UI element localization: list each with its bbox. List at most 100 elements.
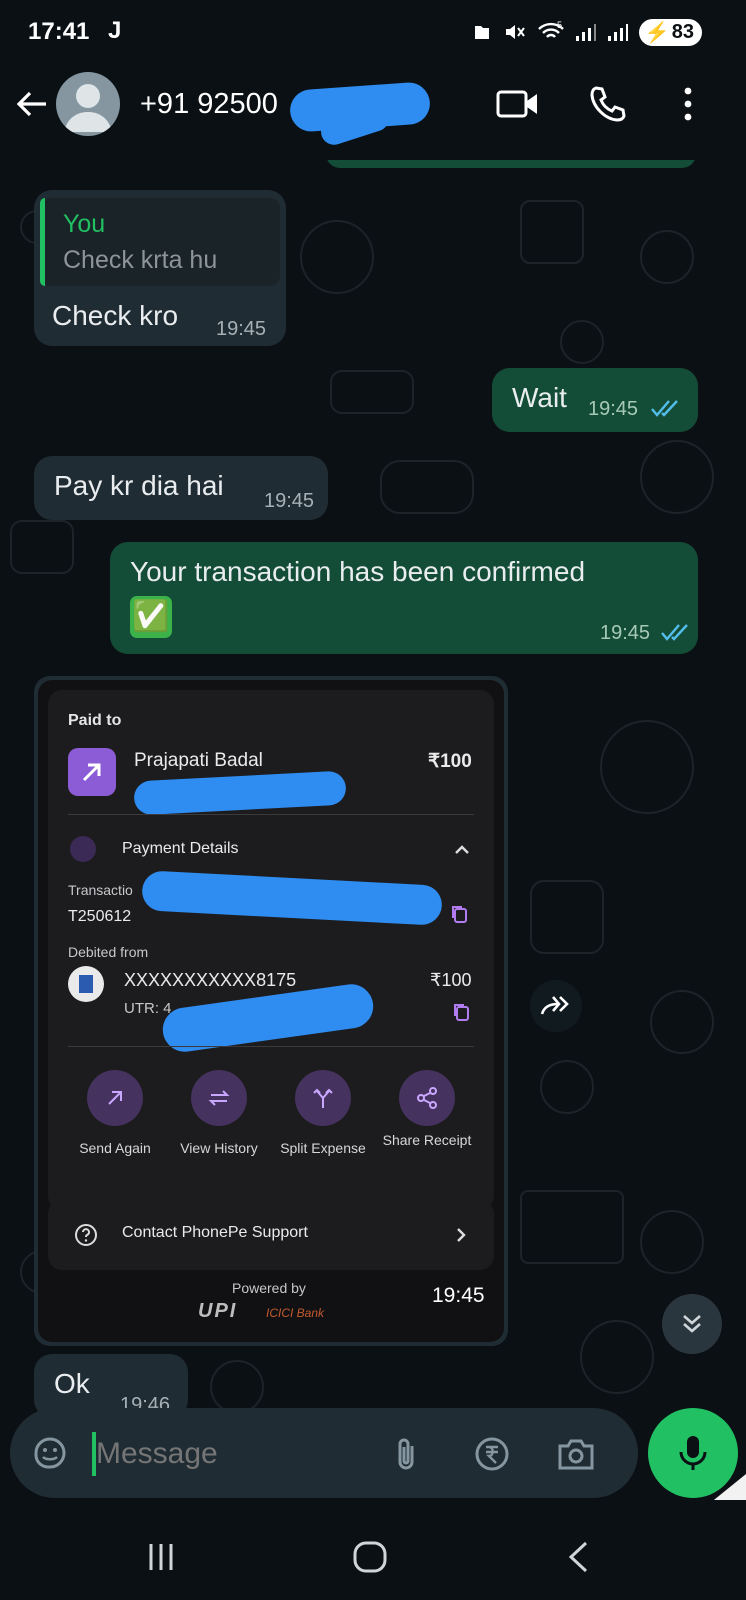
receipt-screenshot[interactable]: Paid to Prajapati Badal ₹100 Payment Det… xyxy=(38,680,504,1342)
wallpaper-doodle xyxy=(640,440,714,514)
message-time: 19:45 xyxy=(588,398,639,420)
forward-button[interactable] xyxy=(530,980,582,1032)
debited-amount: ₹100 xyxy=(430,970,472,990)
powered-by-label: Powered by xyxy=(232,1280,306,1296)
status-time: 17:41 xyxy=(28,18,90,45)
wallpaper-doodle xyxy=(210,1360,264,1414)
app-notification-indicator: J xyxy=(108,17,122,44)
send-again-action[interactable]: Send Again xyxy=(60,1070,170,1157)
home-icon[interactable] xyxy=(352,1540,388,1574)
wallpaper-doodle xyxy=(640,230,694,284)
contact-name[interactable]: +91 92500 xyxy=(140,88,278,121)
copy-icon[interactable] xyxy=(450,904,468,924)
scroll-to-bottom-button[interactable] xyxy=(662,1294,722,1354)
message-bubble-outgoing[interactable]: Wait 19:45 xyxy=(492,368,698,432)
chevron-right-icon xyxy=(457,1228,466,1242)
bank-logo xyxy=(68,966,104,1002)
sticker-icon[interactable] xyxy=(32,1435,68,1471)
message-text: Pay kr dia hai xyxy=(54,470,224,501)
message-text: Your transaction has been confirmed xyxy=(130,556,586,587)
camera-icon[interactable] xyxy=(556,1436,596,1472)
account-number: XXXXXXXXXXX8175 xyxy=(124,970,297,990)
view-history-label: View History xyxy=(180,1140,258,1156)
more-options-icon[interactable] xyxy=(678,86,698,122)
redaction-mark xyxy=(141,870,443,926)
signal-icon-1 xyxy=(575,24,596,41)
contact-avatar[interactable] xyxy=(56,72,120,136)
paid-amount: ₹100 xyxy=(428,751,472,772)
chevron-up-icon[interactable] xyxy=(452,840,472,860)
check-emoji: ✅ xyxy=(130,596,172,638)
wallpaper-doodle xyxy=(330,370,414,414)
transaction-id-label: Transactio xyxy=(68,882,133,898)
message-text: Ok xyxy=(54,1368,90,1399)
split-expense-action[interactable]: Split Expense xyxy=(268,1070,378,1157)
payment-details-label: Payment Details xyxy=(122,840,239,857)
message-time: 19:45 xyxy=(600,622,651,644)
wallpaper-doodle xyxy=(10,520,74,574)
message-time: 19:45 xyxy=(432,1284,485,1307)
utr-label: UTR: 4 xyxy=(124,1000,172,1017)
wallpaper-doodle xyxy=(540,1060,594,1114)
back-nav-icon[interactable] xyxy=(566,1540,590,1574)
upi-logo: UPI xyxy=(198,1300,238,1322)
network-badge: 5 xyxy=(557,20,562,30)
wallpaper-doodle xyxy=(520,1190,624,1264)
phone-call-icon[interactable] xyxy=(588,84,628,124)
charging-icon: ⚡ xyxy=(644,21,670,44)
payment-rupee-icon[interactable] xyxy=(474,1436,510,1472)
message-bubble-partial[interactable] xyxy=(326,160,696,168)
payment-details-icon xyxy=(70,836,96,862)
support-label: Contact PhonePe Support xyxy=(122,1224,308,1241)
wallpaper-doodle xyxy=(650,990,714,1054)
message-bubble-incoming[interactable]: Pay kr dia hai 19:45 xyxy=(34,456,328,520)
wallpaper-doodle xyxy=(640,1210,704,1274)
image-message-bubble[interactable]: Paid to Prajapati Badal ₹100 Payment Det… xyxy=(34,676,508,1346)
message-text: Wait xyxy=(512,382,567,413)
redaction-mark xyxy=(133,770,347,816)
mute-icon xyxy=(505,25,525,39)
split-expense-icon xyxy=(295,1070,351,1126)
divider xyxy=(68,1046,474,1047)
payee-icon xyxy=(68,748,116,796)
contact-support-row[interactable]: Contact PhonePe Support xyxy=(48,1200,494,1270)
message-bubble-outgoing[interactable]: Your transaction has been confirmed ✅ 19… xyxy=(110,542,698,654)
attach-icon[interactable] xyxy=(392,1434,420,1474)
wallpaper-doodle xyxy=(300,220,374,294)
status-bar: 17:41 J 5 ⚡ 83 xyxy=(0,0,746,64)
microphone-icon xyxy=(679,1436,707,1470)
debited-from-label: Debited from xyxy=(68,944,149,960)
read-receipt-icon xyxy=(651,400,678,417)
receipt-card: Paid to Prajapati Badal ₹100 Payment Det… xyxy=(48,690,494,1210)
share-receipt-action[interactable]: Share Receipt xyxy=(372,1070,482,1149)
divider xyxy=(68,814,474,815)
recent-apps-icon[interactable] xyxy=(146,1542,176,1572)
wallpaper-doodle xyxy=(520,200,584,264)
video-call-icon[interactable] xyxy=(496,86,540,122)
message-input-bar xyxy=(10,1408,638,1498)
wallpaper-doodle xyxy=(560,320,604,364)
transaction-id: T250612 xyxy=(68,908,132,925)
wallpaper-doodle xyxy=(530,880,604,954)
read-receipt-icon xyxy=(661,624,688,641)
bank-logo-mark xyxy=(79,975,93,993)
view-history-icon xyxy=(191,1070,247,1126)
send-again-icon xyxy=(87,1070,143,1126)
back-arrow-icon[interactable] xyxy=(14,86,50,122)
quoted-message[interactable]: You Check krta hu xyxy=(40,198,280,286)
send-again-label: Send Again xyxy=(79,1140,151,1156)
quote-text: Check krta hu xyxy=(63,246,218,274)
forward-icon xyxy=(540,996,569,1015)
voice-message-button[interactable] xyxy=(648,1408,738,1498)
quote-accent-bar xyxy=(40,198,45,286)
default-avatar-icon xyxy=(64,84,112,132)
bank-logo-text: ICICI Bank xyxy=(266,1306,325,1320)
payee-name: Prajapati Badal xyxy=(134,750,263,771)
status-icons: 5 ⚡ 83 xyxy=(471,18,702,46)
message-input[interactable] xyxy=(94,1428,368,1480)
copy-icon[interactable] xyxy=(452,1002,470,1022)
message-bubble-incoming[interactable]: You Check krta hu Check kro 19:45 xyxy=(34,190,286,346)
wallpaper-doodle xyxy=(380,460,474,514)
view-history-action[interactable]: View History xyxy=(164,1070,274,1157)
split-expense-label: Split Expense xyxy=(280,1140,366,1156)
